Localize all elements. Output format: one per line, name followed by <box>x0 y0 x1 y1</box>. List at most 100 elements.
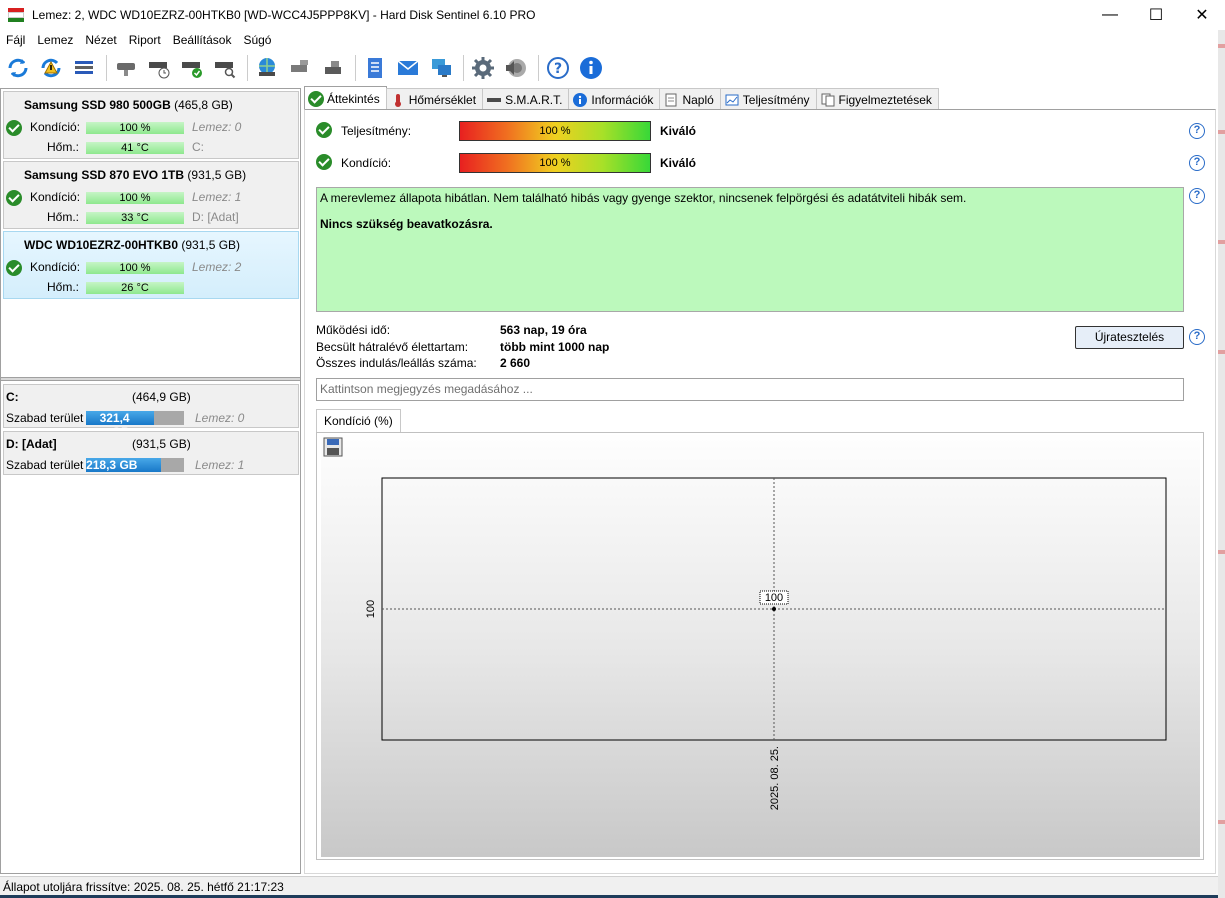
tab-information[interactable]: Információk <box>568 88 661 110</box>
help-icon[interactable]: ? <box>543 53 573 83</box>
temp-bar: 26 °C <box>86 282 184 294</box>
mail-icon[interactable] <box>393 53 423 83</box>
disk-list-icon[interactable] <box>69 53 99 83</box>
tab-performance[interactable]: Teljesítmény <box>719 88 817 110</box>
computers-icon[interactable] <box>426 53 456 83</box>
disk-search-icon[interactable] <box>210 53 240 83</box>
toolbar-separator <box>247 55 248 81</box>
menu-view[interactable]: Nézet <box>79 33 122 47</box>
disk-tools-icon[interactable] <box>285 53 315 83</box>
volume-card-c[interactable]: C: (464,9 GB) Szabad terület 321,4 GB Le… <box>3 384 299 439</box>
disk-index: Lemez: 1 <box>192 190 242 204</box>
temp-label: Hőm.: <box>47 210 80 224</box>
right-edge-strip <box>1218 30 1225 898</box>
performance-label: Teljesítmény: <box>341 124 412 138</box>
condition-label: Kondíció: <box>30 120 81 134</box>
help-icon[interactable]: ? <box>1189 329 1205 345</box>
chart-icon <box>725 93 739 107</box>
temp-label: Hőm.: <box>47 140 80 154</box>
help-icon[interactable]: ? <box>1189 123 1205 139</box>
info-icon[interactable] <box>576 53 606 83</box>
drive-icon[interactable] <box>318 53 348 83</box>
condition-label: Kondíció: <box>30 190 81 204</box>
chart-tab-condition[interactable]: Kondíció (%) <box>316 409 401 432</box>
document-icon <box>664 93 678 107</box>
disk-name: Samsung SSD 870 EVO 1TB (931,5 GB) <box>24 168 247 182</box>
temp-bar: 33 °C <box>86 212 184 224</box>
report-icon[interactable] <box>360 53 390 83</box>
tab-log[interactable]: Napló <box>659 88 721 110</box>
status-description: A merevlemez állapota hibátlan. Nem talá… <box>316 187 1184 312</box>
menu-settings[interactable]: Beállítások <box>167 33 238 47</box>
volume-size: (464,9 GB) <box>132 390 191 404</box>
data-point <box>772 607 776 611</box>
tab-smart[interactable]: S.M.A.R.T. <box>482 88 570 110</box>
title-bar: Lemez: 2, WDC WD10EZRZ-00HTKB0 [WD-WCC4J… <box>0 0 1225 30</box>
documents-icon <box>821 93 835 107</box>
minimize-button[interactable]: — <box>1087 0 1133 30</box>
free-space-label: Szabad terület <box>6 458 84 472</box>
disk-index: Lemez: 2 <box>192 260 242 274</box>
tab-alerts[interactable]: Figyelmeztetések <box>815 88 939 110</box>
check-icon <box>316 154 332 170</box>
volume-disk-index: Lemez: 1 <box>195 458 245 472</box>
startstop-value: 2 660 <box>500 356 531 370</box>
performance-bar: 100 % <box>459 121 651 141</box>
free-space-fill: 321,4 GB <box>86 411 154 439</box>
menu-report[interactable]: Riport <box>123 33 167 47</box>
chart-plot: 100 2025. 08. 25. 100 <box>365 477 1167 810</box>
disk-card-2[interactable]: WDC WD10EZRZ-00HTKB0 (931,5 GB) Kondíció… <box>3 231 299 299</box>
condition-bar: 100 % <box>86 122 184 134</box>
menu-disk[interactable]: Lemez <box>31 33 79 47</box>
comment-input[interactable]: Kattintson megjegyzés megadásához ... <box>316 378 1184 401</box>
condition-bar: 100 % <box>86 192 184 204</box>
free-space-label: Szabad terület <box>6 411 84 425</box>
check-icon <box>316 122 332 138</box>
tab-temperature[interactable]: Hőmérséklet <box>385 88 484 110</box>
y-tick-label: 100 <box>365 600 377 618</box>
refresh-icon[interactable] <box>3 53 33 83</box>
retest-button[interactable]: Újratesztelés <box>1075 326 1184 349</box>
description-text: A merevlemez állapota hibátlan. Nem talá… <box>320 191 967 205</box>
disk-list-panel: Samsung SSD 980 500GB (465,8 GB) Kondíci… <box>0 88 301 874</box>
toolbar-separator <box>355 55 356 81</box>
help-icon[interactable]: ? <box>1189 155 1205 171</box>
close-button[interactable]: ✕ <box>1179 0 1225 30</box>
gear-icon[interactable] <box>468 53 498 83</box>
disk-drive-icon[interactable] <box>111 53 141 83</box>
app-icon <box>8 8 24 22</box>
disk-card-0[interactable]: Samsung SSD 980 500GB (465,8 GB) Kondíci… <box>3 91 299 159</box>
toolbar-separator <box>538 55 539 81</box>
disk-card-1[interactable]: Samsung SSD 870 EVO 1TB (931,5 GB) Kondí… <box>3 161 299 229</box>
startstop-label: Összes indulás/leállás száma: <box>316 356 477 370</box>
action-text: Nincs szükség beavatkozásra. <box>320 217 493 231</box>
condition-rating: Kiváló <box>660 156 697 170</box>
status-bar: Állapot utoljára frissítve: 2025. 08. 25… <box>0 876 1218 898</box>
panel-splitter[interactable] <box>1 377 300 381</box>
refresh-warning-icon[interactable] <box>36 53 66 83</box>
maximize-button[interactable]: ☐ <box>1133 0 1179 30</box>
window-title: Lemez: 2, WDC WD10EZRZ-00HTKB0 [WD-WCC4J… <box>32 8 536 22</box>
toolbar: ? <box>0 50 1218 86</box>
disk-clock-icon[interactable] <box>144 53 174 83</box>
thermometer-icon <box>391 93 405 107</box>
performance-rating: Kiváló <box>660 124 697 138</box>
menu-file[interactable]: Fájl <box>0 33 31 47</box>
free-space-bar: 218,3 GB <box>86 458 184 472</box>
check-icon <box>6 190 22 206</box>
check-icon <box>308 90 324 107</box>
help-icon[interactable]: ? <box>1189 188 1205 204</box>
temp-bar: 41 °C <box>86 142 184 154</box>
volume-size: (931,5 GB) <box>132 437 191 451</box>
condition-bar: 100 % <box>459 153 651 173</box>
sound-icon[interactable] <box>501 53 531 83</box>
detail-panel: Áttekintés Hőmérséklet S.M.A.R.T. Inform… <box>304 86 1216 874</box>
disk-check-icon[interactable] <box>177 53 207 83</box>
menu-help[interactable]: Súgó <box>237 33 277 47</box>
check-icon <box>6 260 22 276</box>
disk-index: Lemez: 0 <box>192 120 242 134</box>
temp-label: Hőm.: <box>47 280 80 294</box>
tab-overview[interactable]: Áttekintés <box>304 86 387 110</box>
network-disk-icon[interactable] <box>252 53 282 83</box>
volume-card-d[interactable]: D: [Adat] (931,5 GB) Szabad terület 218,… <box>3 431 299 475</box>
